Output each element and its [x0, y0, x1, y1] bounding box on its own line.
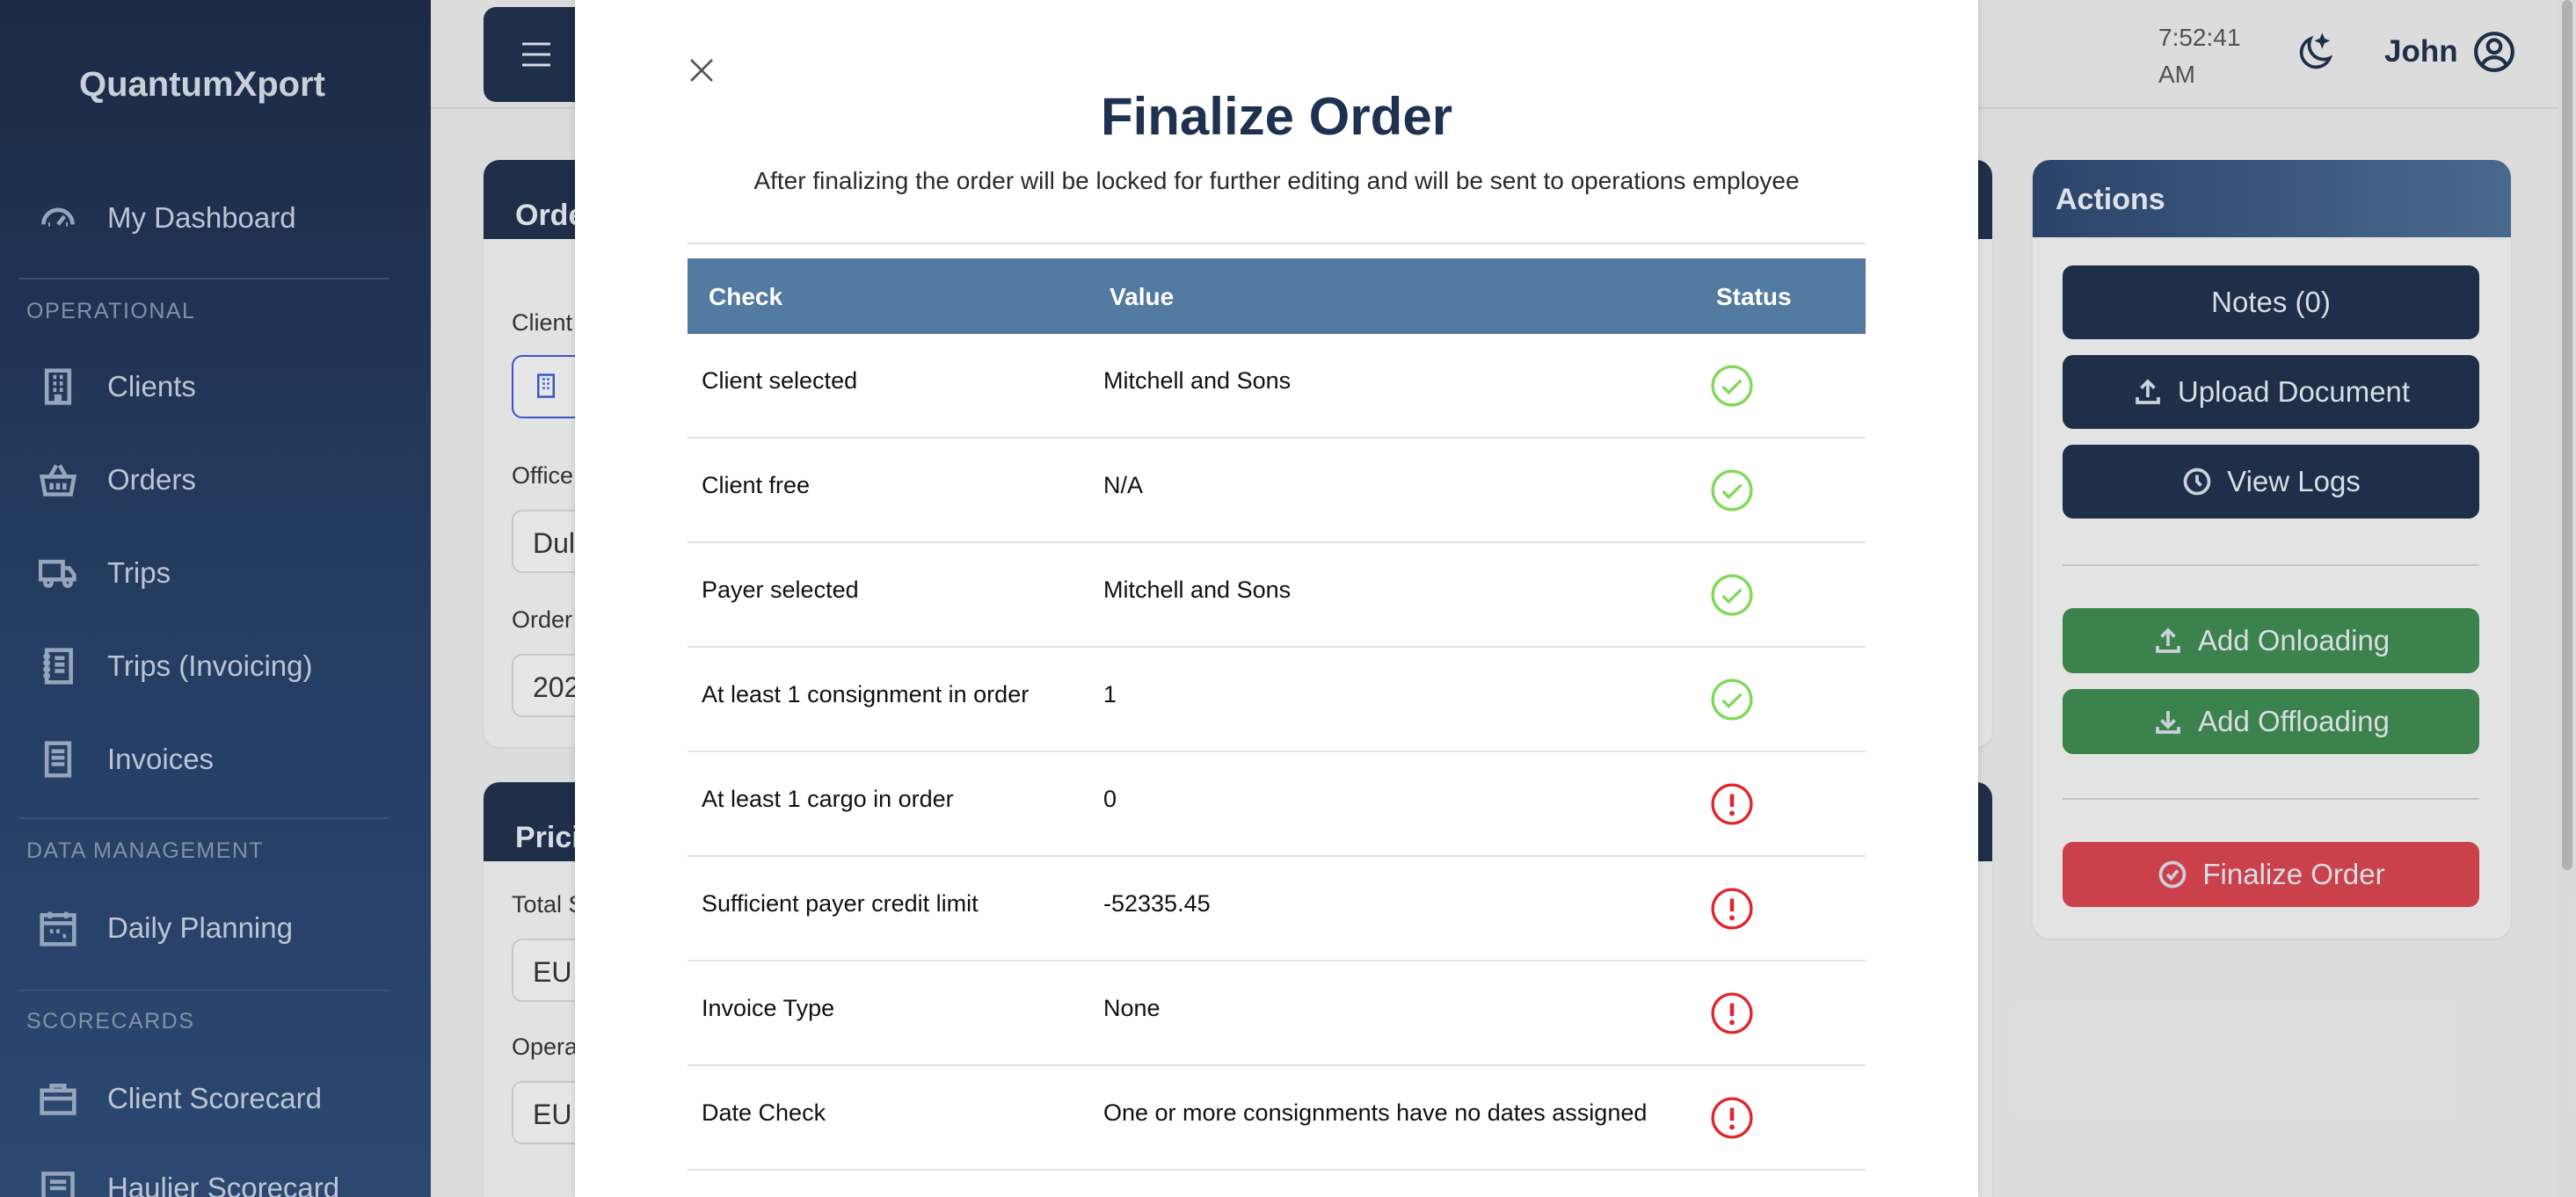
check-circle-icon: [1711, 469, 1753, 511]
check-circle-icon: [1711, 574, 1753, 616]
value-cell: 1: [1103, 681, 1117, 707]
table-row: Client free N/A: [688, 439, 1866, 543]
value-cell: None: [1103, 995, 1161, 1021]
checks-table: Check Value Status Client selected Mitche…: [688, 258, 1866, 1171]
exclamation-circle-icon: [1711, 1097, 1753, 1139]
check-cell: Client free: [702, 472, 811, 498]
finalize-order-modal: Finalize Order After finalizing the orde…: [575, 0, 1978, 1197]
close-icon[interactable]: [688, 56, 716, 84]
table-row: Date Check One or more consignments have …: [688, 1066, 1866, 1171]
value-cell: One or more consignments have no dates a…: [1103, 1099, 1648, 1126]
header-status: Status: [1716, 283, 1792, 310]
value-cell: Mitchell and Sons: [1103, 367, 1292, 394]
table-row: At least 1 consignment in order 1: [688, 648, 1866, 752]
exclamation-circle-icon: [1711, 888, 1753, 930]
table-header: Check Value Status: [688, 258, 1866, 334]
value-cell: 0: [1103, 786, 1117, 812]
check-cell: Invoice Type: [702, 995, 835, 1021]
check-cell: Sufficient payer credit limit: [702, 890, 979, 917]
check-cell: Payer selected: [702, 577, 859, 603]
header-value: Value: [1110, 283, 1175, 310]
table-row: Invoice Type None: [688, 961, 1866, 1066]
check-cell: At least 1 cargo in order: [702, 786, 954, 812]
check-cell: At least 1 consignment in order: [702, 681, 1030, 707]
check-cell: Client selected: [702, 367, 858, 394]
modal-subtitle: After finalizing the order will be locke…: [753, 167, 1800, 194]
value-cell: N/A: [1103, 472, 1144, 498]
modal-divider: [688, 243, 1866, 244]
value-cell: -52335.45: [1103, 890, 1211, 917]
check-circle-icon: [1711, 678, 1753, 721]
exclamation-circle-icon: [1711, 783, 1753, 825]
value-cell: Mitchell and Sons: [1103, 577, 1292, 603]
table-row: Client selected Mitchell and Sons: [688, 334, 1866, 439]
table-row: Sufficient payer credit limit -52335.45: [688, 857, 1866, 961]
exclamation-circle-icon: [1711, 992, 1753, 1034]
header-check: Check: [709, 283, 783, 310]
table-row: Payer selected Mitchell and Sons: [688, 543, 1866, 648]
check-circle-icon: [1711, 365, 1753, 407]
modal-title: Finalize Order: [1100, 87, 1453, 146]
table-row: At least 1 cargo in order 0: [688, 752, 1866, 857]
check-cell: Date Check: [702, 1099, 826, 1126]
